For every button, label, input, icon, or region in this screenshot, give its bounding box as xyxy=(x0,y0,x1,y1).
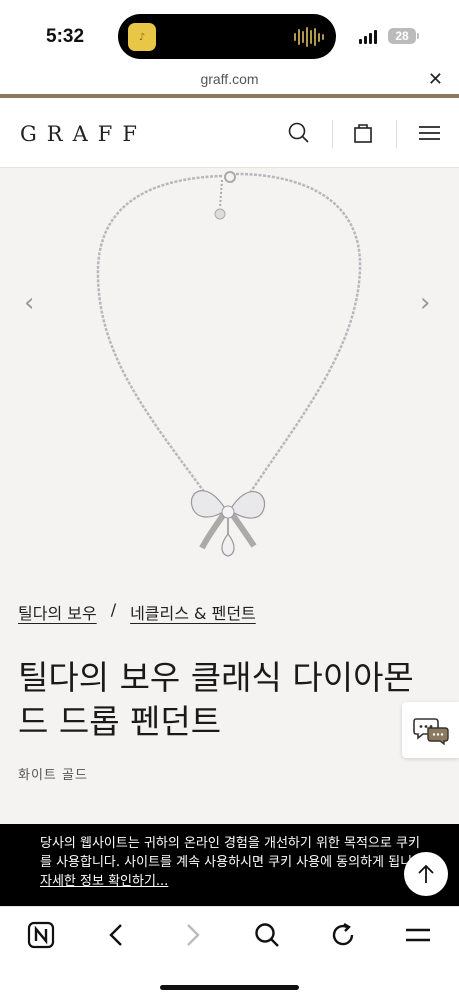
reload-icon[interactable] xyxy=(329,921,357,949)
breadcrumb-separator: / xyxy=(110,600,117,619)
cookie-banner: 당사의 웹사이트는 귀하의 온라인 경험을 개선하기 위한 목적으로 쿠키 를 … xyxy=(0,824,459,906)
search-icon[interactable] xyxy=(253,921,281,949)
product-title: 틸다의 보우 클래식 다이아몬 드 드롭 펜던트 xyxy=(18,656,428,744)
battery-nub xyxy=(417,33,419,39)
product-title-line2: 드 드롭 펜던트 xyxy=(18,702,222,741)
menu-icon[interactable] xyxy=(416,120,442,146)
forward-icon[interactable] xyxy=(178,921,206,949)
arrow-up-icon xyxy=(418,864,434,883)
cookie-text-line2: 를 사용합니다. 사이트를 계속 사용하시면 쿠키 사용에 동의하게 됩니다. xyxy=(40,855,420,870)
dynamic-island[interactable]: ♪ xyxy=(118,14,336,59)
product-title-line1: 틸다의 보우 클래식 다이아몬 xyxy=(18,658,414,697)
scroll-to-top-button[interactable] xyxy=(404,852,448,896)
cookie-text-line1: 당사의 웹사이트는 귀하의 온라인 경험을 개선하기 위한 목적으로 쿠키 xyxy=(40,836,420,851)
graff-logo[interactable]: GRAFF xyxy=(20,122,147,146)
site-header: GRAFF xyxy=(0,98,459,168)
naver-icon[interactable] xyxy=(27,921,55,949)
breadcrumb-category-link[interactable]: 네클리스 & 펜던트 xyxy=(130,600,256,624)
header-separator xyxy=(332,120,333,148)
chat-icon xyxy=(412,718,449,745)
back-icon[interactable] xyxy=(103,921,131,949)
live-chat-button[interactable] xyxy=(402,702,459,758)
product-info: 틸다의 보우 / 네클리스 & 펜던트 틸다의 보우 클래식 다이아몬 드 드롭… xyxy=(0,580,459,825)
close-icon[interactable]: ✕ xyxy=(428,69,443,90)
product-image-carousel[interactable]: ‹ › xyxy=(0,168,459,580)
breadcrumb: 틸다의 보우 / 네클리스 & 펜던트 xyxy=(18,600,256,624)
status-bar: 5:32 ♪ 28 xyxy=(0,0,459,72)
header-separator xyxy=(396,120,397,148)
menu-icon[interactable] xyxy=(404,921,432,949)
product-material: 화이트 골드 xyxy=(18,768,88,783)
browser-toolbar xyxy=(0,906,459,1000)
now-playing-app-icon: ♪ xyxy=(128,23,156,51)
battery-icon: 28 xyxy=(388,28,416,44)
cookie-text: 당사의 웹사이트는 귀하의 온라인 경험을 개선하기 위한 목적으로 쿠키 를 … xyxy=(40,834,420,891)
url-bar[interactable]: graff.com ✕ xyxy=(0,68,459,94)
home-indicator[interactable] xyxy=(160,985,299,990)
cookie-more-info-link[interactable]: 자세한 정보 확인하기... xyxy=(40,872,168,891)
url-text[interactable]: graff.com xyxy=(0,71,459,87)
audio-wave-icon xyxy=(294,26,324,48)
status-time: 5:32 xyxy=(46,26,85,47)
necklace-image xyxy=(96,171,362,557)
search-icon[interactable] xyxy=(286,120,312,146)
signal-icon xyxy=(359,30,377,44)
breadcrumb-collection-link[interactable]: 틸다의 보우 xyxy=(18,600,97,624)
bag-icon[interactable] xyxy=(350,120,376,146)
